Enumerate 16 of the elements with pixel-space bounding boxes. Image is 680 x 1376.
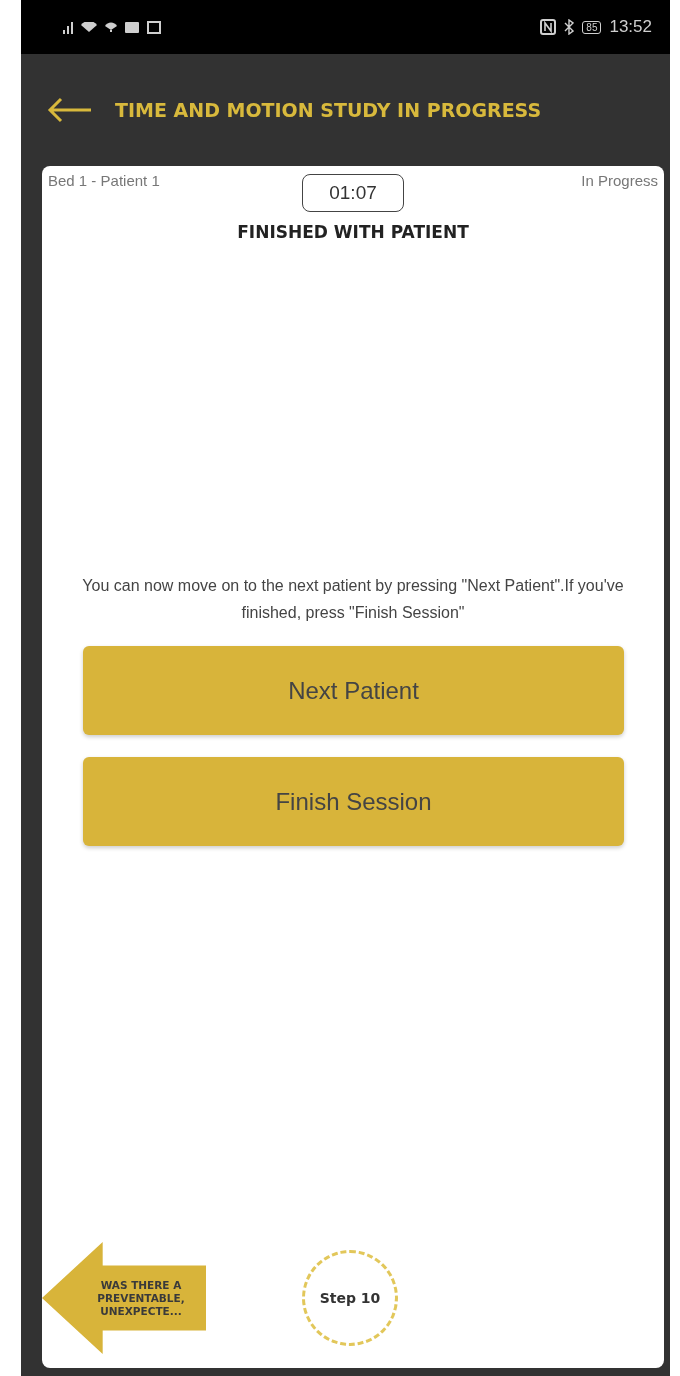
action-button[interactable]: Finish Session	[83, 757, 624, 846]
instructions-text: You can now move on to the next patient by pressing "Next Patient".If you've finished, press "Finish Session"	[82, 576, 624, 623]
nfc-icon	[540, 19, 557, 35]
previous-step-button[interactable]: WAS THERE A PREVENTABLE, UNEXPECTE...	[42, 1242, 206, 1354]
timer-display: 01:07	[302, 174, 404, 212]
section-heading: FINISHED WITH PATIENT	[236, 222, 470, 242]
battery-level: 85	[582, 20, 602, 34]
clock-time: 13:52	[609, 17, 652, 37]
action-button[interactable]: Next Patient	[83, 646, 624, 735]
page-title: TIME AND MOTION STUDY IN PROGRESS	[115, 99, 542, 121]
bluetooth-icon	[564, 19, 575, 35]
signal-icon	[63, 20, 73, 34]
back-arrow-icon[interactable]	[47, 97, 93, 123]
step-label: Step 10	[319, 1290, 381, 1306]
status-label: In Progress	[580, 172, 658, 189]
patient-label: Bed 1 - Patient 1	[48, 172, 161, 189]
